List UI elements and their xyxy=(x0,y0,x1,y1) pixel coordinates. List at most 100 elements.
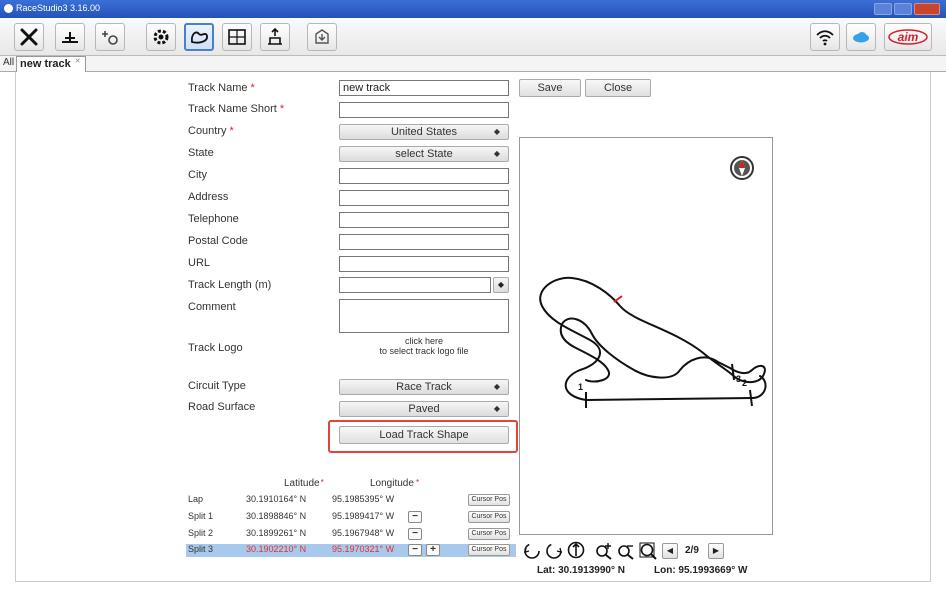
north-up-icon[interactable] xyxy=(566,540,586,560)
cursor-pos-button[interactable]: Cursor Pos xyxy=(468,544,510,556)
tab-row: All new track ✕ xyxy=(0,56,946,72)
cursor-pos-button[interactable]: Cursor Pos xyxy=(468,511,510,523)
toolbar: aim xyxy=(0,18,946,56)
coord-row-lap[interactable]: Lap 30.1910164° N 95.1985395° W Cursor P… xyxy=(186,494,516,507)
compass-icon xyxy=(730,156,754,180)
page-indicator: 2/9 xyxy=(685,545,699,556)
comment-input[interactable] xyxy=(339,299,509,333)
track-icon[interactable] xyxy=(184,23,214,51)
add-device-icon[interactable] xyxy=(95,23,125,51)
url-label: URL xyxy=(188,257,211,269)
row-name: Lap xyxy=(188,494,204,504)
select-arrow-icon: ◆ xyxy=(493,404,500,413)
road-surface-select[interactable]: Paved ◆ xyxy=(339,401,509,417)
circuit-type-select[interactable]: Race Track ◆ xyxy=(339,379,509,395)
longitude-header: Longitude * xyxy=(370,478,420,489)
track-length-unit-select[interactable]: ◆ xyxy=(493,277,509,293)
select-arrow-icon: ◆ xyxy=(493,382,500,391)
remove-split-button[interactable]: − xyxy=(408,511,422,523)
row-lon: 95.1967948° W xyxy=(332,528,395,538)
close-window-button[interactable] xyxy=(914,3,940,15)
upload-icon[interactable] xyxy=(260,23,290,51)
track-logo-picker[interactable]: click here to select track logo file xyxy=(339,336,509,356)
cursor-latitude: Lat: 30.1913990° N xyxy=(537,565,625,576)
app-icon xyxy=(4,4,13,13)
select-arrow-icon: ◆ xyxy=(493,149,500,158)
cursor-pos-button[interactable]: Cursor Pos xyxy=(468,528,510,540)
row-lat: 30.1902210° N xyxy=(246,544,307,554)
coord-row-split-1[interactable]: Split 1 30.1898846° N 95.1989417° W − Cu… xyxy=(186,511,516,524)
download-icon[interactable] xyxy=(307,23,337,51)
postal-code-input[interactable] xyxy=(339,234,509,250)
tab-new-track[interactable]: new track ✕ xyxy=(16,56,86,72)
highlight-box xyxy=(328,420,518,453)
window-title: RaceStudio3 3.16.00 xyxy=(16,3,101,13)
track-length-input[interactable] xyxy=(339,277,491,293)
tools-icon[interactable] xyxy=(14,23,44,51)
remove-split-button[interactable]: − xyxy=(408,544,422,556)
coord-row-split-3[interactable]: Split 3 30.1902210° N 95.1970321° W − + … xyxy=(186,544,516,557)
cloud-icon[interactable] xyxy=(846,23,876,51)
maximize-button[interactable] xyxy=(894,3,912,15)
lap-marker xyxy=(613,295,623,303)
country-label: Country * xyxy=(188,125,234,137)
save-button[interactable]: Save xyxy=(519,79,581,97)
row-name: Split 1 xyxy=(188,511,214,521)
country-select[interactable]: United States ◆ xyxy=(339,124,509,140)
circuit-type-label: Circuit Type xyxy=(188,380,246,392)
cursor-pos-button[interactable]: Cursor Pos xyxy=(468,494,510,506)
track-name-label: Track Name * xyxy=(188,82,255,94)
track-name-input[interactable]: new track xyxy=(339,80,509,96)
telephone-input[interactable] xyxy=(339,212,509,228)
row-lon: 95.1989417° W xyxy=(332,511,395,521)
minimize-button[interactable] xyxy=(874,3,892,15)
close-button[interactable]: Close xyxy=(585,79,651,97)
tab-close-icon[interactable]: ✕ xyxy=(75,54,81,69)
track-name-short-label: Track Name Short * xyxy=(188,103,285,115)
comment-label: Comment xyxy=(188,301,236,313)
split-marker-2 xyxy=(749,389,753,407)
row-lon: 95.1985395° W xyxy=(332,494,395,504)
row-name: Split 3 xyxy=(188,544,214,554)
next-page-button[interactable]: ▶ xyxy=(708,543,724,559)
state-select[interactable]: select State ◆ xyxy=(339,146,509,162)
row-lat: 30.1898846° N xyxy=(246,511,307,521)
zoom-fit-icon[interactable] xyxy=(638,540,658,560)
split-marker-3 xyxy=(731,363,735,381)
gear-icon[interactable] xyxy=(146,23,176,51)
balance-icon[interactable] xyxy=(55,23,85,51)
title-bar: RaceStudio3 3.16.00 xyxy=(0,0,946,18)
road-surface-label: Road Surface xyxy=(188,401,256,413)
track-map-canvas: 1 3 2 xyxy=(539,156,767,408)
track-map[interactable]: 1 3 2 xyxy=(519,137,773,535)
prev-page-button[interactable]: ◀ xyxy=(662,543,678,559)
marker-label-2: 2 xyxy=(742,378,747,388)
url-input[interactable] xyxy=(339,256,509,272)
tab-all[interactable]: All xyxy=(3,57,14,68)
add-split-button[interactable]: + xyxy=(426,544,440,556)
rotate-left-icon[interactable] xyxy=(522,540,542,560)
wifi-icon[interactable] xyxy=(810,23,840,51)
rotate-right-icon[interactable] xyxy=(544,540,564,560)
row-name: Split 2 xyxy=(188,528,214,538)
coord-row-split-2[interactable]: Split 2 30.1899261° N 95.1967948° W − Cu… xyxy=(186,528,516,541)
aim-logo-text: aim xyxy=(898,30,919,44)
select-arrow-icon: ◆ xyxy=(493,127,500,136)
city-input[interactable] xyxy=(339,168,509,184)
state-label: State xyxy=(188,147,214,159)
track-outline xyxy=(539,276,767,401)
marker-label-1: 1 xyxy=(578,382,583,392)
remove-split-button[interactable]: − xyxy=(408,528,422,540)
latitude-header: Latitude* xyxy=(284,478,324,489)
row-lat: 30.1899261° N xyxy=(246,528,307,538)
zoom-out-icon[interactable] xyxy=(616,540,636,560)
address-input[interactable] xyxy=(339,190,509,206)
track-name-short-input[interactable] xyxy=(339,102,509,118)
grid-map-icon[interactable] xyxy=(222,23,252,51)
zoom-in-icon[interactable] xyxy=(594,540,614,560)
row-lat: 30.1910164° N xyxy=(246,494,307,504)
track-logo-label: Track Logo xyxy=(188,342,243,354)
marker-label-3: 3 xyxy=(736,374,741,384)
row-lon: 95.1970321° W xyxy=(332,544,395,554)
address-label: Address xyxy=(188,191,229,203)
